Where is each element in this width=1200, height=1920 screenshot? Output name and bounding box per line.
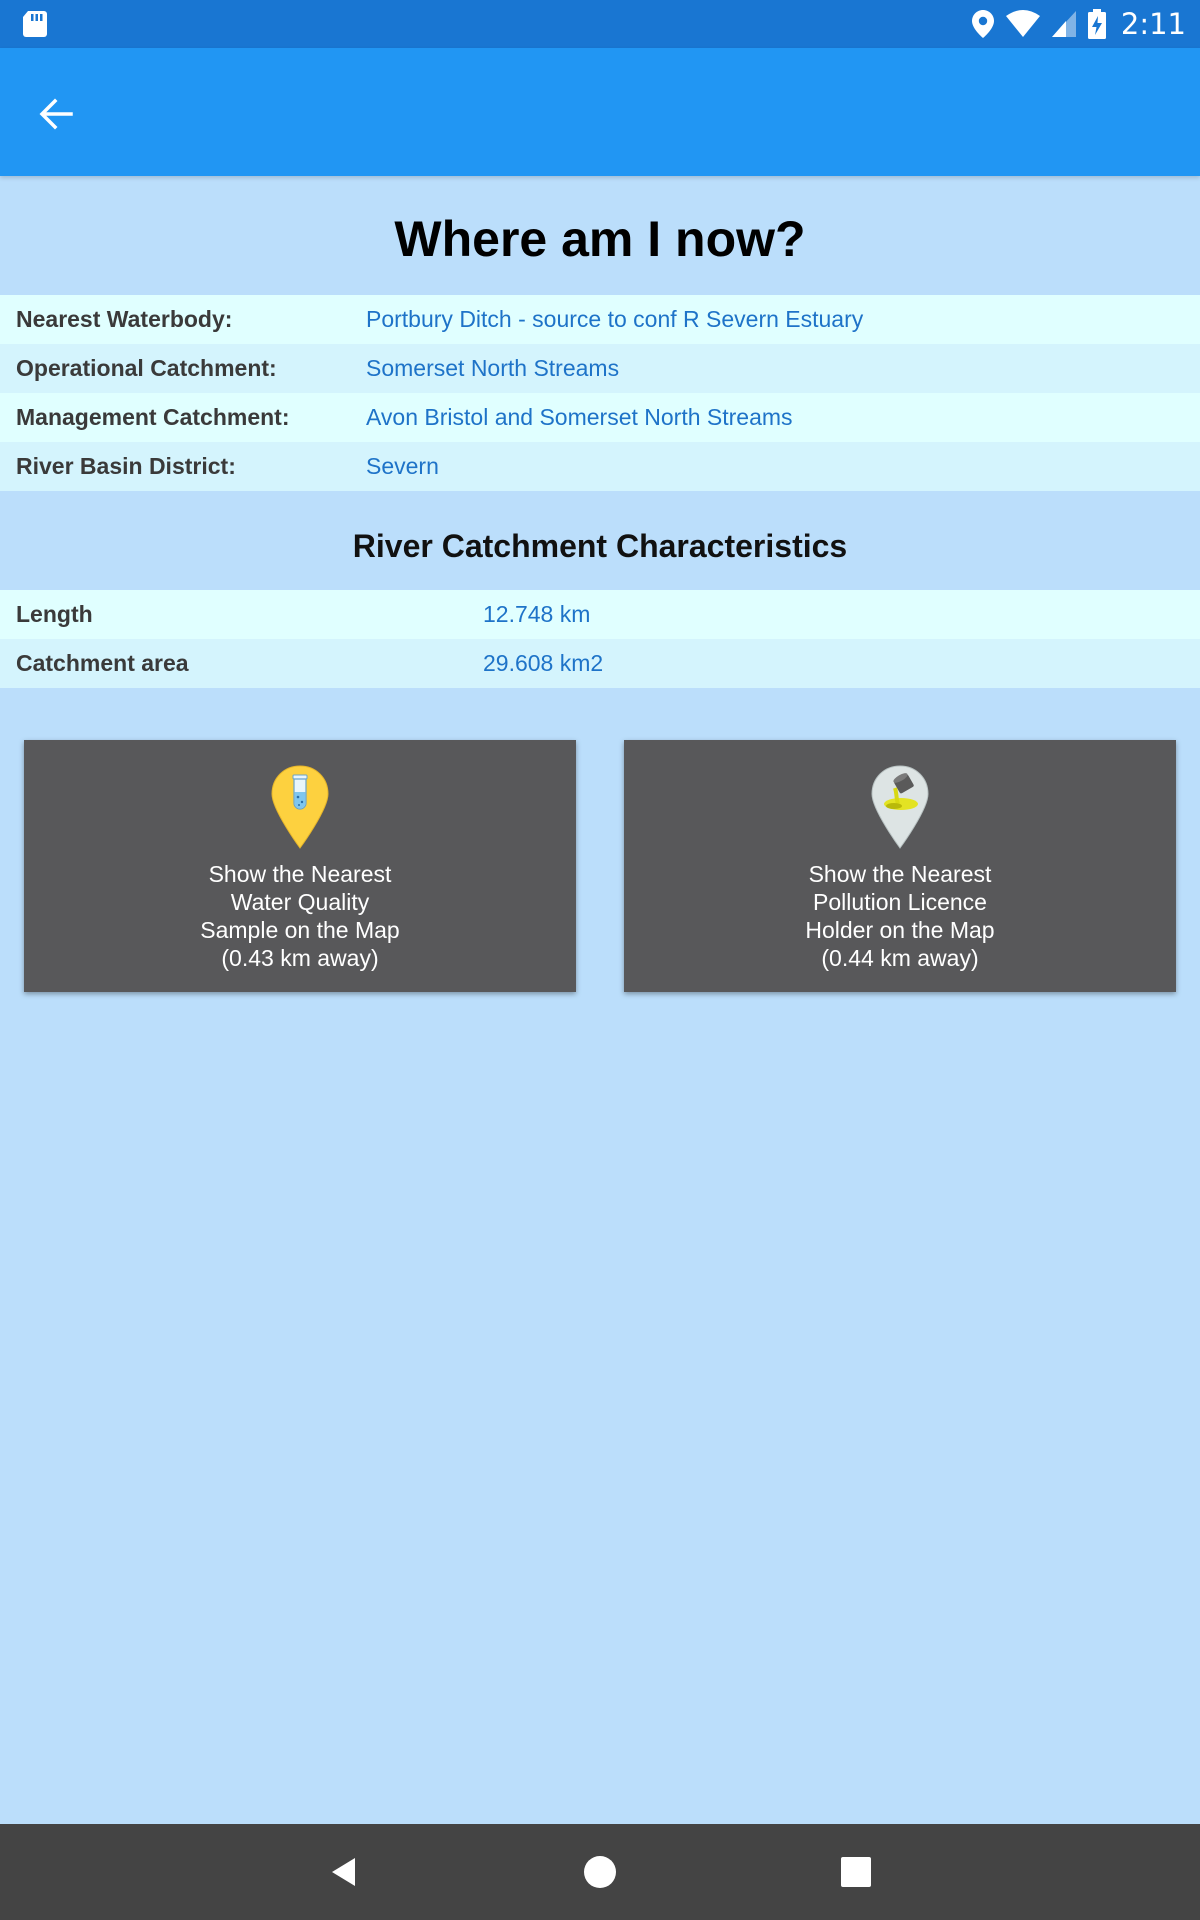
card-line: Sample on the Map [200,917,400,943]
card-text: Show the Nearest Pollution Licence Holde… [624,860,1176,972]
wifi-icon [1005,10,1040,37]
card-line: (0.44 km away) [821,945,979,971]
info-label: River Basin District: [16,453,236,479]
nav-home-button[interactable] [576,1848,624,1896]
nav-home-icon [584,1856,616,1888]
card-line: Show the Nearest [808,861,992,887]
app-bar [0,48,1200,176]
nav-back-button[interactable] [320,1848,368,1896]
info-row-river-basin-district: River Basin District: Severn [0,442,1200,491]
info-value: Portbury Ditch - source to conf R Severn… [366,306,864,332]
info-value: Severn [366,453,439,479]
info-row-nearest-waterbody: Nearest Waterbody: Portbury Ditch - sour… [0,295,1200,344]
navigation-bar [0,1824,1200,1920]
card-line: Show the Nearest [208,861,392,887]
pollution-pin-icon [871,765,929,849]
card-line: Water Quality [230,889,370,915]
cellular-signal-icon [1051,11,1076,37]
arrow-back-icon [39,98,73,130]
info-row-management-catchment: Management Catchment: Avon Bristol and S… [0,393,1200,442]
status-time: 2:11 [1120,7,1186,41]
card-line: Pollution Licence [813,889,987,915]
info-label: Length [16,601,93,627]
info-label: Operational Catchment: [16,355,277,381]
info-row-operational-catchment: Operational Catchment: Somerset North St… [0,344,1200,393]
back-button[interactable] [22,80,90,148]
location-info-table: Nearest Waterbody: Portbury Ditch - sour… [0,295,1200,491]
info-row-catchment-area: Catchment area 29.608 km2 [0,639,1200,688]
test-tube-pin-icon [271,765,329,849]
show-pollution-licence-holder-button[interactable]: Show the Nearest Pollution Licence Holde… [624,740,1176,992]
characteristics-table: Length 12.748 km Catchment area 29.608 k… [0,590,1200,688]
info-value: Avon Bristol and Somerset North Streams [366,404,793,430]
card-line: Holder on the Map [805,917,995,943]
card-line: (0.43 km away) [221,945,379,971]
info-label: Management Catchment: [16,404,290,430]
location-icon [971,10,994,38]
info-label: Nearest Waterbody: [16,306,233,332]
info-value: 29.608 km2 [483,650,604,676]
nav-recents-icon [841,1857,871,1887]
status-bar: 2:11 [0,0,1200,48]
card-text: Show the Nearest Water Quality Sample on… [24,860,576,972]
nav-back-icon [332,1858,355,1886]
info-value: Somerset North Streams [366,355,620,381]
info-row-length: Length 12.748 km [0,590,1200,639]
sd-card-icon [23,11,47,37]
nav-recents-button[interactable] [832,1848,880,1896]
page-title: Where am I now? [394,211,806,267]
show-water-quality-sample-button[interactable]: Show the Nearest Water Quality Sample on… [24,740,576,992]
info-label: Catchment area [16,650,189,676]
section-title: River Catchment Characteristics [352,528,848,564]
info-value: 12.748 km [483,601,591,627]
battery-charging-icon [1087,9,1106,39]
